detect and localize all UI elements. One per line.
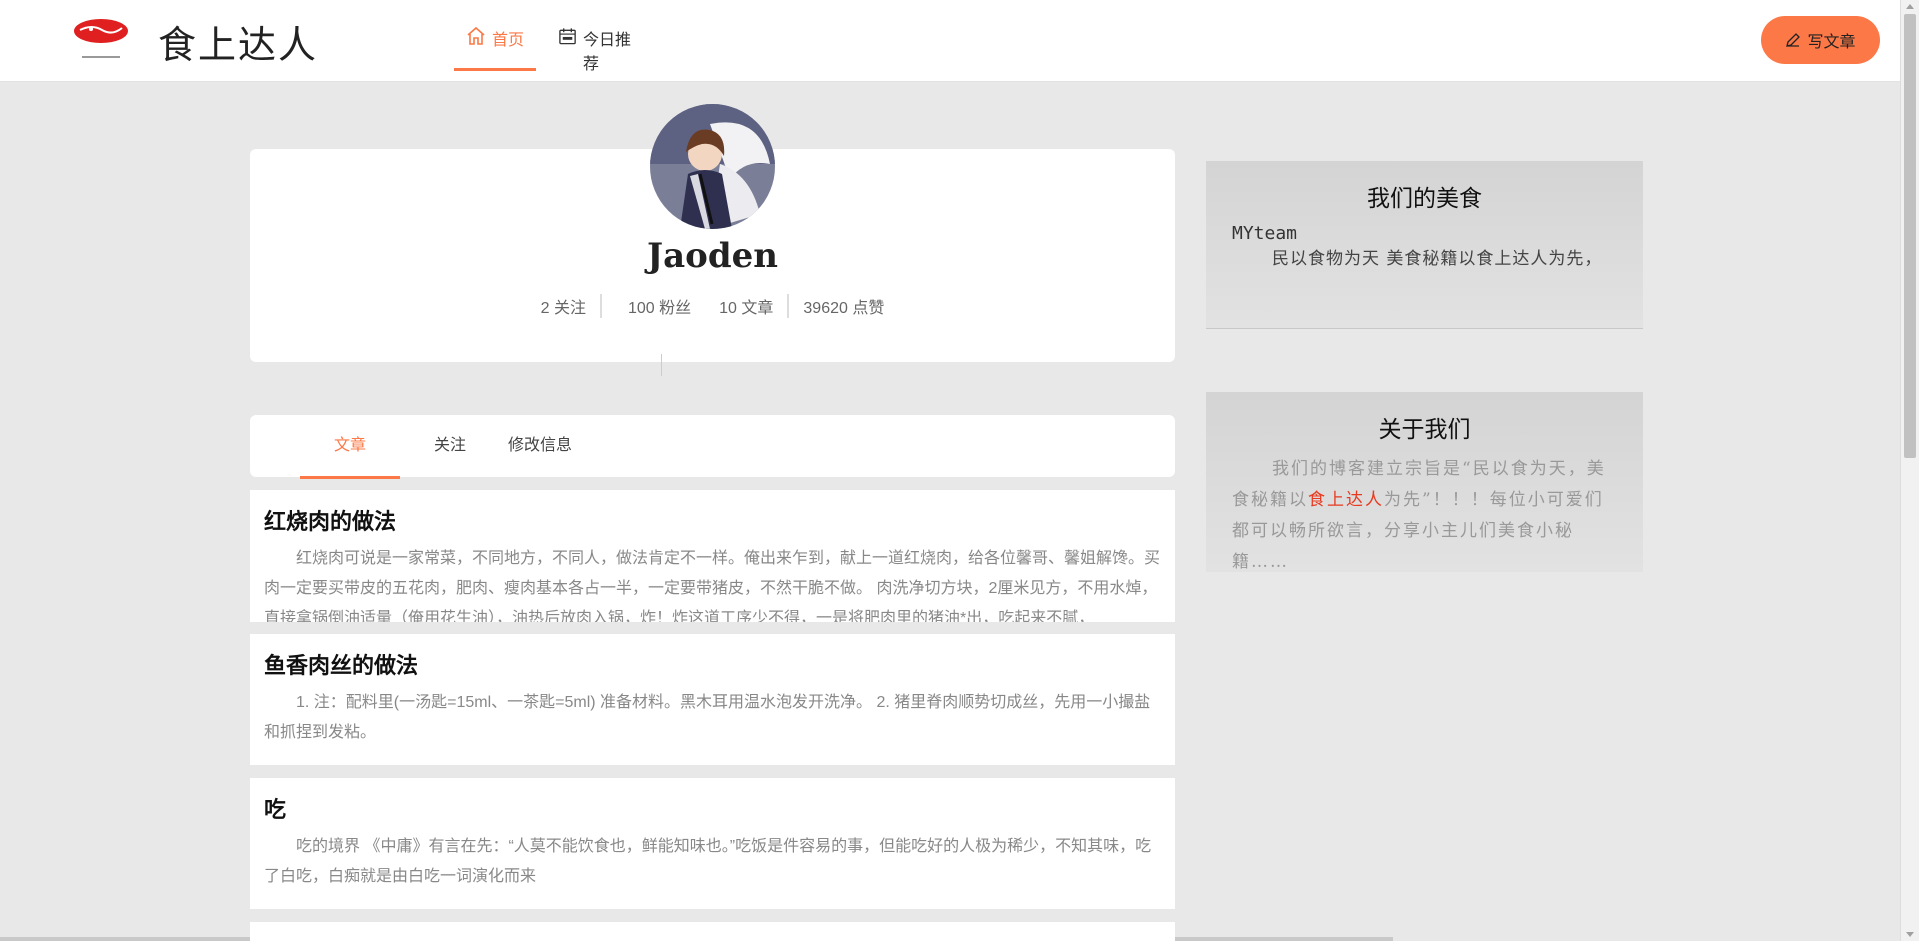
- tab-follow[interactable]: 关注: [425, 415, 475, 479]
- article-title[interactable]: 吃: [264, 792, 1161, 824]
- article-excerpt: 1. 注：配料里(一汤匙=15ml、一茶匙=5ml) 准备材料。黑木耳用温水泡发…: [264, 694, 1151, 741]
- sidebar-about-us: 关于我们 我们的博客建立宗旨是“民以食为天，美食秘籍以食上达人为先”！！！每位小…: [1206, 392, 1643, 572]
- scroll-up-arrow-icon[interactable]: [1906, 4, 1914, 9]
- nav-home[interactable]: 首页: [454, 26, 536, 71]
- nav-today-label: 今日推荐: [583, 32, 632, 73]
- about-highlight-brand: 食上达人: [1308, 490, 1384, 510]
- articles-count[interactable]: 10 文章: [705, 294, 790, 318]
- sidebar-about-title: 关于我们: [1378, 417, 1471, 443]
- article-excerpt: 吃的境界 《中庸》有言在先：“人莫不能饮食也，鲜能知味也。”吃饭是件容易的事，但…: [264, 838, 1152, 885]
- article-excerpt: 红烧肉可说是一家常菜，不同地方，不同人，做法肯定不一样。俺出来乍到，献上一道红烧…: [264, 550, 1161, 622]
- article-title[interactable]: 红烧肉的做法: [264, 504, 1161, 536]
- article-card-partial[interactable]: [250, 922, 1175, 941]
- profile-stats: 2 关注 100 粉丝 10 文章 39620 点赞: [250, 294, 1175, 318]
- calendar-sale-icon: [559, 28, 576, 45]
- vertical-scrollbar[interactable]: [1900, 0, 1919, 941]
- sidebar-our-food: 我们的美食 MYteam 民以食物为天 美食秘籍以食上达人为先，: [1206, 161, 1643, 329]
- site-logo[interactable]: [72, 18, 130, 60]
- article-card[interactable]: 鱼香肉丝的做法 1. 注：配料里(一汤匙=15ml、一茶匙=5ml) 准备材料。…: [250, 634, 1175, 765]
- scrollbar-thumb[interactable]: [1904, 14, 1916, 458]
- avatar[interactable]: [650, 104, 775, 229]
- write-article-label: 写文章: [1807, 34, 1856, 51]
- home-icon: [467, 26, 485, 45]
- article-title[interactable]: 鱼香肉丝的做法: [264, 648, 1161, 680]
- following-count[interactable]: 2 关注: [527, 294, 602, 318]
- likes-count[interactable]: 39620 点赞: [789, 294, 898, 318]
- pencil-icon: [1786, 33, 1801, 47]
- tab-edit-info[interactable]: 修改信息: [500, 415, 580, 479]
- article-card[interactable]: 红烧肉的做法 红烧肉可说是一家常菜，不同地方，不同人，做法肯定不一样。俺出来乍到…: [250, 490, 1175, 622]
- sidebar-about-text: 我们的博客建立宗旨是“民以食为天，美食秘籍以食上达人为先”！！！每位小可爱们都可…: [1232, 454, 1617, 578]
- top-navbar: 食上达人 首页 今日推荐 写文章: [0, 0, 1900, 82]
- scroll-down-arrow-icon[interactable]: [1906, 932, 1914, 937]
- sidebar-food-text: 民以食物为天 美食秘籍以食上达人为先，: [1272, 249, 1603, 269]
- profile-username: Jaoden: [647, 236, 778, 276]
- nav-today-recommend[interactable]: 今日推荐: [546, 26, 656, 73]
- nav-home-label: 首页: [492, 32, 525, 49]
- followers-count[interactable]: 100 粉丝: [602, 294, 705, 318]
- write-article-button[interactable]: 写文章: [1761, 16, 1880, 64]
- profile-tabs: 文章 关注 修改信息: [250, 415, 1175, 479]
- sidebar-food-title: 我们的美食: [1367, 186, 1482, 212]
- divider: [661, 354, 662, 376]
- tab-articles[interactable]: 文章: [300, 415, 400, 479]
- site-brand-title[interactable]: 食上达人: [158, 14, 318, 69]
- sidebar-team-name: MYteam: [1232, 223, 1298, 244]
- article-card[interactable]: 吃 吃的境界 《中庸》有言在先：“人莫不能饮食也，鲜能知味也。”吃饭是件容易的事…: [250, 778, 1175, 909]
